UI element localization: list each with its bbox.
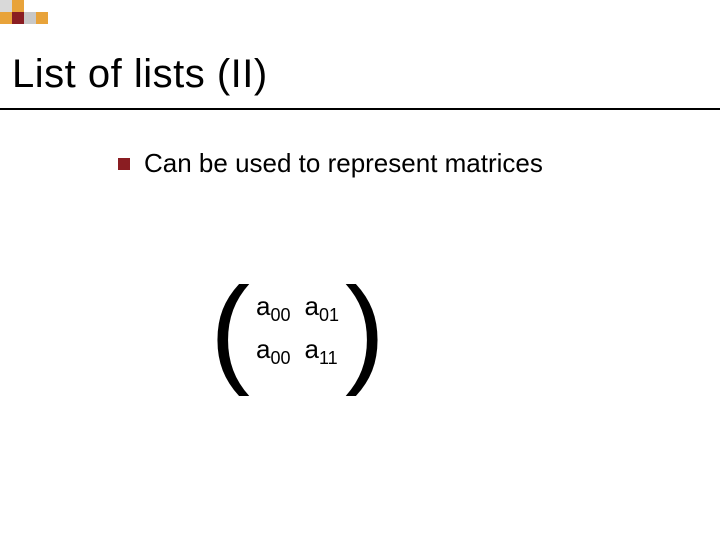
logo-square bbox=[24, 0, 36, 12]
logo-square bbox=[0, 12, 12, 24]
matrix-cell: a11 bbox=[304, 334, 339, 369]
logo-square bbox=[24, 12, 36, 24]
bullet-text: Can be used to represent matrices bbox=[144, 148, 543, 179]
matrix-cell: a00 bbox=[256, 334, 291, 369]
close-paren: ) bbox=[345, 270, 385, 390]
corner-logo bbox=[0, 0, 48, 24]
title-underline bbox=[0, 108, 720, 110]
slide: List of lists (II) Can be used to repres… bbox=[0, 0, 720, 540]
bullet-icon bbox=[118, 158, 130, 170]
logo-square bbox=[12, 0, 24, 12]
matrix-grid: a00 a01 a00 a11 bbox=[256, 291, 339, 369]
logo-square bbox=[36, 0, 48, 12]
matrix-cell: a00 bbox=[256, 291, 291, 326]
bullet-row: Can be used to represent matrices bbox=[118, 148, 543, 179]
matrix-cell: a01 bbox=[304, 291, 339, 326]
logo-square bbox=[12, 12, 24, 24]
matrix: ( a00 a01 a00 a11 ) bbox=[210, 270, 385, 390]
logo-square bbox=[0, 0, 12, 12]
open-paren: ( bbox=[210, 270, 250, 390]
slide-title: List of lists (II) bbox=[12, 52, 268, 97]
logo-square bbox=[36, 12, 48, 24]
